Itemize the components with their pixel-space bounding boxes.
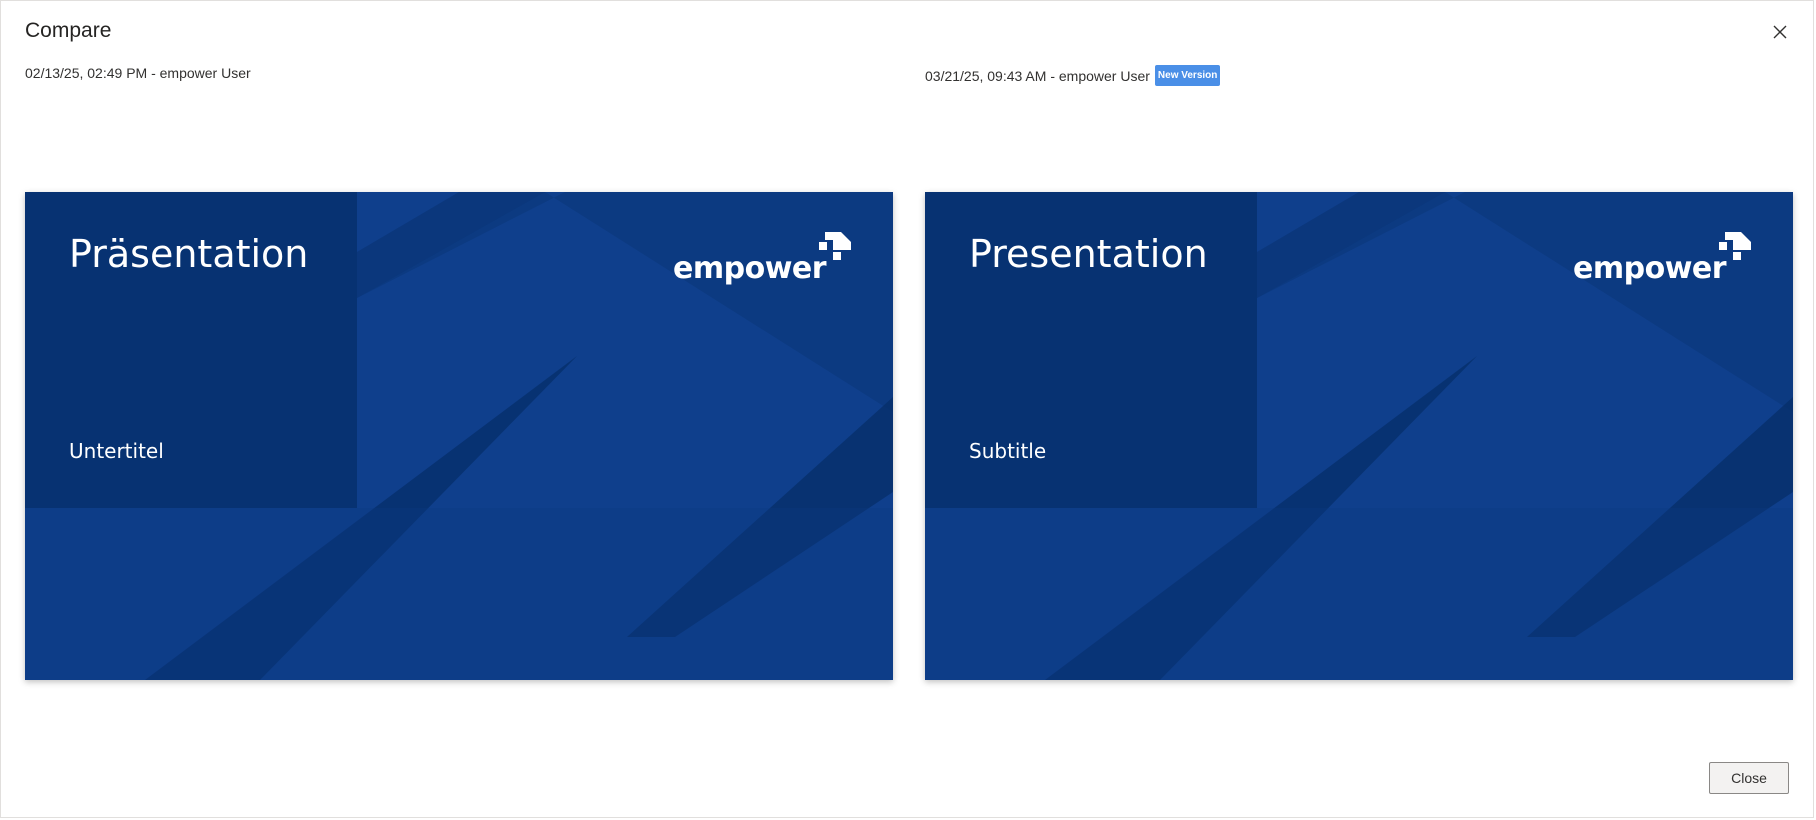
slide-subtitle-new: Subtitle [969,439,1047,463]
version-label-old: 02/13/25, 02:49 PM - empower User [25,65,251,81]
logo-text: empower [673,251,827,286]
slide-preview-old: Präsentation Untertitel empower [25,192,893,680]
dialog-title: Compare [25,19,112,42]
slide-preview-new: Presentation Subtitle empower [925,192,1793,680]
slide-title-new: Presentation [969,232,1208,276]
close-icon[interactable] [1769,21,1791,43]
version-old-text: 02/13/25, 02:49 PM - empower User [25,65,251,81]
empower-logo: empower [673,232,851,284]
close-button[interactable]: Close [1709,762,1789,794]
version-new-text: 03/21/25, 09:43 AM - empower User [925,67,1150,84]
logo-mark-icon [819,232,851,260]
new-version-badge: New Version [1154,65,1221,86]
logo-mark-icon [1719,232,1751,260]
compare-dialog: Compare 02/13/25, 02:49 PM - empower Use… [0,0,1814,818]
slide-subtitle-old: Untertitel [69,439,164,463]
empower-logo: empower [1573,232,1751,284]
version-label-new: 03/21/25, 09:43 AM - empower User New Ve… [925,65,1221,86]
logo-text: empower [1573,251,1727,286]
slide-title-old: Präsentation [69,232,309,276]
